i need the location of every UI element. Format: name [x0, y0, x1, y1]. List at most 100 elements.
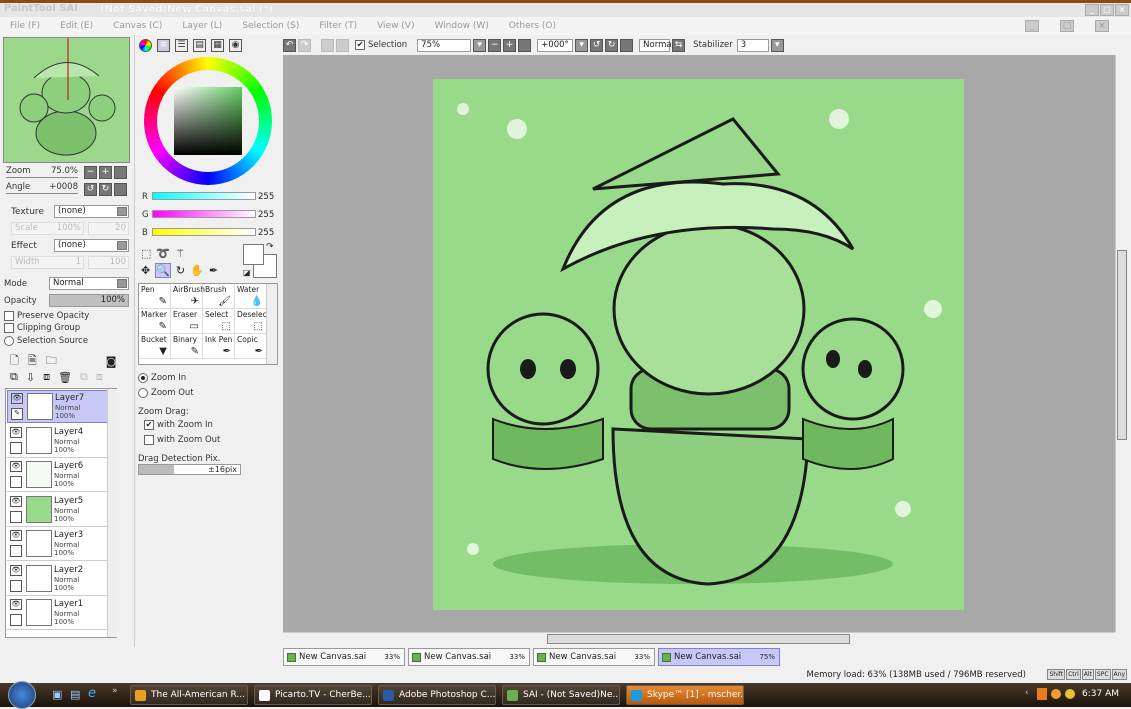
layer-mask-icon[interactable]: ◙: [106, 355, 117, 368]
navigator-preview[interactable]: [3, 37, 130, 163]
eye-icon[interactable]: 👁: [10, 599, 22, 610]
preserve-opacity-checkbox[interactable]: [4, 311, 14, 321]
angle-slider[interactable]: [6, 193, 78, 194]
horizontal-scrollbar[interactable]: [283, 632, 1115, 645]
saturation-value-square[interactable]: [174, 87, 242, 155]
menu-others[interactable]: Others (O): [509, 21, 556, 31]
layer-list-scrollbar[interactable]: [107, 389, 117, 637]
layer-row[interactable]: 👁 Layer1 Normal 100%: [7, 597, 117, 630]
selection-source-radio[interactable]: [4, 336, 14, 346]
tool-palette-scrollbar[interactable]: [266, 284, 277, 364]
zoom-reset-button[interactable]: [114, 166, 127, 179]
invert-selection-button[interactable]: [336, 38, 349, 52]
tray-volume-icon[interactable]: [1065, 689, 1075, 699]
tray-app-icon[interactable]: [1037, 688, 1047, 700]
copy-layer-icon[interactable]: ⧉: [10, 370, 18, 384]
swap-colors-icon[interactable]: ↷: [266, 242, 274, 252]
maximize-button[interactable]: □: [1100, 4, 1114, 16]
canvas-tab[interactable]: New Canvas.sai 75%: [658, 648, 780, 666]
texture-select[interactable]: (none): [54, 205, 129, 218]
flip-canvas-button[interactable]: ⇆: [672, 38, 686, 52]
tool-select[interactable]: Select ⬚: [203, 309, 235, 334]
rotate-left-button[interactable]: ↺: [84, 183, 97, 196]
move-icon[interactable]: ✥: [141, 264, 150, 277]
tool-pen[interactable]: Pen ✎: [139, 284, 171, 309]
zoom-slider[interactable]: [6, 177, 78, 178]
tool-binary[interactable]: Binary ✎: [171, 334, 203, 359]
taskbar-item[interactable]: Picarto.TV - CherBe...: [254, 685, 372, 705]
eye-icon[interactable]: 👁: [10, 530, 22, 541]
tool-water[interactable]: Water 💧: [235, 284, 267, 309]
zoom-in-radio[interactable]: [138, 373, 148, 383]
tool-eraser[interactable]: Eraser ▭: [171, 309, 203, 334]
swatches-tab[interactable]: ▤: [193, 39, 206, 52]
layer-row[interactable]: 👁 Layer3 Normal 100%: [7, 528, 117, 561]
green-slider[interactable]: [152, 210, 256, 218]
layer-row[interactable]: 👁 Layer2 Normal 100%: [7, 562, 117, 596]
red-slider[interactable]: [152, 192, 256, 200]
tool-bucket[interactable]: Bucket ▼: [139, 334, 171, 359]
lock-box[interactable]: [10, 476, 22, 488]
tool-airbrush[interactable]: AirBrush ✈: [171, 284, 205, 309]
zoom-dropdown-button[interactable]: ▾: [473, 38, 487, 52]
hsv-slider-tab[interactable]: ☰: [175, 39, 188, 52]
lock-box[interactable]: [10, 614, 22, 626]
tool-brush[interactable]: Brush 🖌: [203, 284, 235, 309]
undo-button[interactable]: ↶: [283, 38, 296, 52]
taskbar-item[interactable]: The All-American R...: [130, 685, 248, 705]
stabilizer-dropdown-button[interactable]: ▾: [770, 38, 784, 52]
menu-file[interactable]: File (F): [10, 21, 40, 31]
doc-close-button[interactable]: ×: [1095, 20, 1109, 32]
color-wheel[interactable]: [144, 57, 272, 185]
tool-marker[interactable]: Marker ✎: [139, 309, 171, 334]
color-wheel-tab[interactable]: [139, 39, 152, 52]
eye-icon[interactable]: 👁: [10, 564, 22, 576]
zoom-out-button[interactable]: −: [84, 166, 97, 179]
lasso-icon[interactable]: ➰: [156, 247, 170, 260]
eye-icon[interactable]: 👁: [11, 393, 23, 404]
lock-box[interactable]: [10, 441, 22, 454]
pen-icon[interactable]: ✎: [11, 408, 23, 420]
canvas-tab[interactable]: New Canvas.sai 33%: [283, 648, 405, 666]
trash-icon[interactable]: 🗑: [58, 371, 72, 384]
show-desktop-icon[interactable]: ▣: [52, 688, 62, 701]
toolbar-rotate-left-button[interactable]: ↺: [590, 38, 604, 52]
angle-select[interactable]: +000°: [537, 38, 574, 52]
toolbar-rotate-reset-button[interactable]: [620, 38, 634, 52]
user-color-tab[interactable]: ◉: [229, 39, 242, 52]
canvas-tab[interactable]: New Canvas.sai 33%: [408, 648, 530, 666]
menu-edit[interactable]: Edit (E): [60, 21, 93, 31]
eyedropper-icon[interactable]: ✒: [209, 264, 218, 277]
lock-box[interactable]: [10, 545, 22, 557]
start-button[interactable]: [8, 681, 36, 709]
layer-row[interactable]: 👁 ✎ Layer7 Normal 100%: [7, 390, 117, 423]
layer-row[interactable]: 👁 Layer4 Normal 100%: [7, 424, 117, 458]
close-button[interactable]: ×: [1115, 4, 1129, 16]
zoom-out-radio[interactable]: [138, 388, 148, 398]
menu-filter[interactable]: Filter (T): [319, 21, 357, 31]
merge-down-icon[interactable]: ⧈: [43, 370, 50, 384]
zoom-select[interactable]: 75%: [417, 38, 472, 52]
rotate-reset-button[interactable]: [114, 183, 127, 196]
new-layer-icon[interactable]: 🗋: [10, 352, 19, 371]
menu-layer[interactable]: Layer (L): [182, 21, 222, 31]
tool-ink-pen[interactable]: Ink Pen ✒: [203, 334, 235, 359]
drag-detection-slider[interactable]: ±16pix: [138, 464, 241, 475]
new-folder-icon[interactable]: 🗀: [46, 352, 57, 371]
view-mode-select[interactable]: Normal: [639, 38, 674, 52]
zoom-tool-icon[interactable]: 🔍: [155, 263, 171, 278]
stabilizer-select[interactable]: 3: [736, 38, 769, 52]
selection-checkbox[interactable]: ✔: [355, 40, 365, 50]
eye-icon[interactable]: 👁: [10, 426, 22, 438]
blend-mode-select[interactable]: Normal: [49, 277, 129, 290]
lock-box[interactable]: [10, 510, 22, 523]
lock-box[interactable]: [10, 579, 22, 592]
doc-restore-button[interactable]: □: [1060, 20, 1074, 32]
with-zoom-out-checkbox[interactable]: [144, 435, 154, 445]
with-zoom-in-checkbox[interactable]: ✔: [144, 420, 154, 430]
taskbar-item[interactable]: SAI - (Not Saved)Ne...: [502, 685, 620, 705]
layer-row[interactable]: 👁 Layer5 Normal 100%: [7, 493, 117, 527]
opacity-slider[interactable]: 100%: [49, 294, 129, 307]
deselect-button[interactable]: [321, 38, 334, 52]
canvas-artwork[interactable]: [433, 79, 964, 610]
